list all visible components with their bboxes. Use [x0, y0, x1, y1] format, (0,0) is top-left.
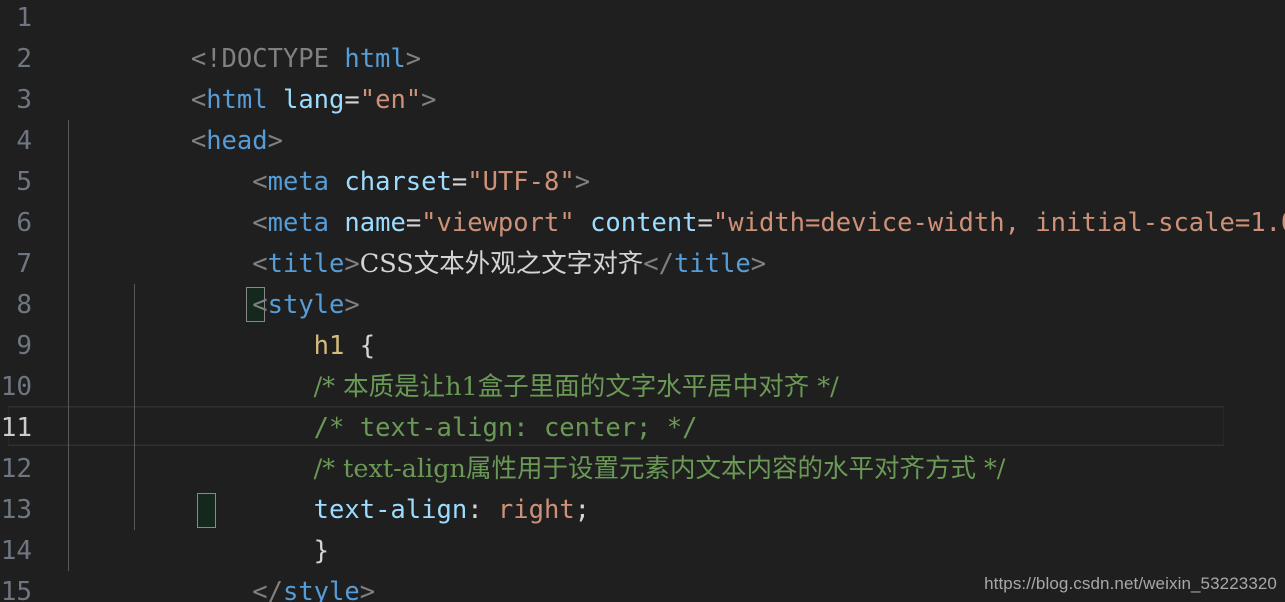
- code-content[interactable]: <!DOCTYPE html> <html lang="en"> <head> …: [60, 0, 1285, 602]
- code-line-12[interactable]: text-align: right;: [60, 449, 1285, 525]
- line-number: 1: [16, 3, 32, 33]
- code-line-1[interactable]: <!DOCTYPE html>: [60, 0, 1285, 74]
- line-number: 2: [16, 44, 32, 74]
- line-number: 10: [0, 372, 32, 402]
- line-number: 7: [16, 249, 32, 279]
- code-line-13[interactable]: }: [60, 490, 1285, 566]
- line-number-gutter: 1 2 3 4 5 6 7 8 9 10 11 12 13 14 15: [0, 0, 60, 602]
- code-line-4[interactable]: <meta charset="UTF-8">: [60, 121, 1285, 197]
- code-line-10[interactable]: /* text-align: center; */: [60, 367, 1285, 443]
- code-editor[interactable]: 1 2 3 4 5 6 7 8 9 10 11 12 13 14 15 <!DO…: [0, 0, 1285, 602]
- code-line-6[interactable]: <title>CSS文本外观之文字对齐</title>: [60, 203, 1285, 279]
- line-number: 14: [0, 536, 32, 566]
- code-line-3[interactable]: <head>: [60, 80, 1285, 156]
- line-number: 5: [16, 167, 32, 197]
- line-number: 9: [16, 331, 32, 361]
- line-number: 12: [0, 454, 32, 484]
- code-line-14[interactable]: </style>: [60, 531, 1285, 602]
- line-number: 13: [0, 495, 32, 525]
- line-number: 4: [16, 126, 32, 156]
- code-line-7[interactable]: <style>: [60, 244, 1285, 320]
- code-line-2[interactable]: <html lang="en">: [60, 39, 1285, 115]
- code-line-8[interactable]: h1 {: [60, 285, 1285, 361]
- line-number: 15: [0, 577, 32, 602]
- line-number-active: 11: [0, 413, 32, 443]
- code-line-9[interactable]: /* 本质是让h1盒子里面的文字水平居中对齐 */: [60, 326, 1285, 402]
- code-line-5[interactable]: <meta name="viewport" content="width=dev…: [60, 162, 1285, 238]
- line-number: 6: [16, 208, 32, 238]
- code-line-11[interactable]: /* text-align属性用于设置元素内文本内容的水平对齐方式 */: [60, 408, 1285, 484]
- line-number: 8: [16, 290, 32, 320]
- line-number: 3: [16, 85, 32, 115]
- watermark-url: https://blog.csdn.net/weixin_53223320: [984, 574, 1277, 593]
